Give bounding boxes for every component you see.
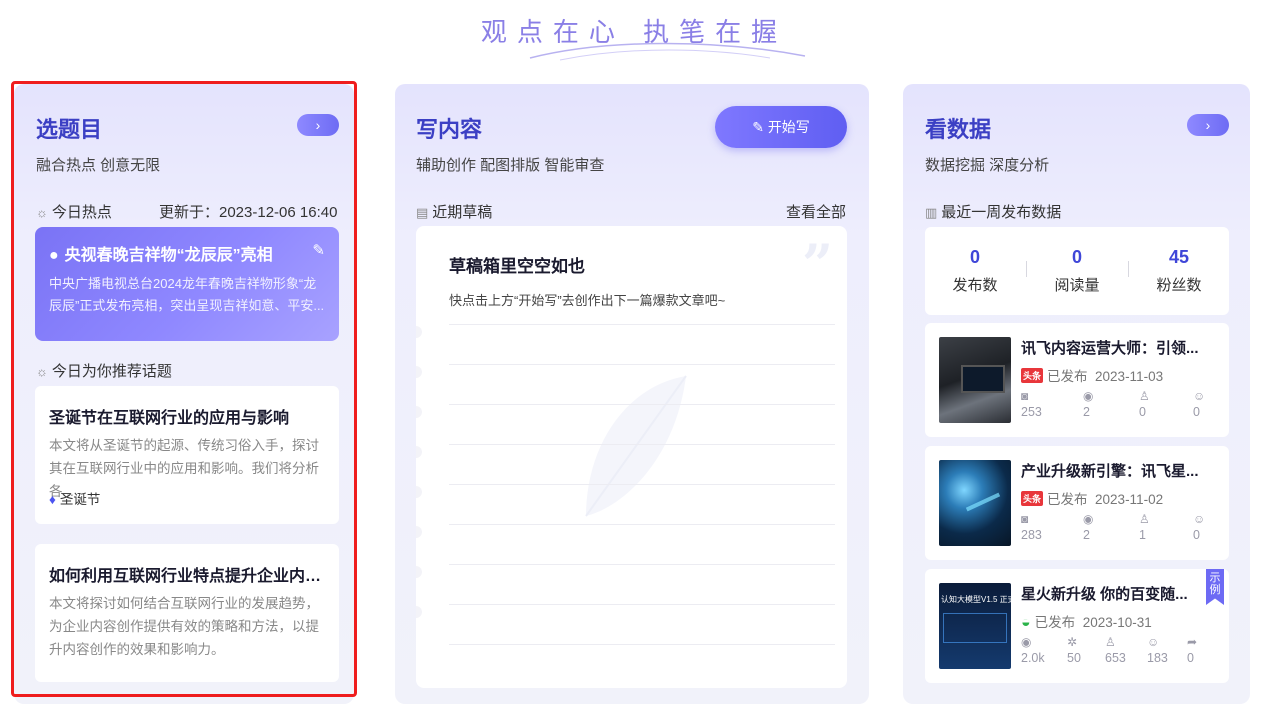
eye-icon: ◉ bbox=[1083, 512, 1094, 526]
thumbs-up-icon: ♙ bbox=[1105, 635, 1116, 649]
drafts-empty-desc: 快点击上方“开始写”去创作出下一篇爆款文章吧~ bbox=[449, 293, 726, 308]
bulb-icon: ☼ bbox=[36, 364, 48, 379]
toutiao-icon: 头条 bbox=[1021, 491, 1044, 506]
article-thumbnail bbox=[939, 337, 1011, 423]
article-thumbnail bbox=[939, 460, 1011, 546]
draft-line bbox=[449, 484, 835, 485]
article-title: 讯飞内容运营大师：引领... bbox=[1021, 340, 1199, 357]
draft-line bbox=[449, 404, 835, 405]
draft-line bbox=[449, 644, 835, 645]
fire-icon: ♦ bbox=[49, 492, 56, 507]
drafts-empty-title: 草稿箱里空空如也 bbox=[449, 257, 585, 276]
week-data-label: ▥ 最近一周发布数据 bbox=[925, 204, 1062, 221]
eye-icon: ◉ bbox=[1021, 635, 1032, 649]
topic-panel: 选题目 › 融合热点 创意无限 ☼ 今日热点 更新于：2023-12-06 16:… bbox=[14, 84, 354, 704]
hot-updated-time: 更新于：2023-12-06 16:40 bbox=[159, 204, 338, 221]
write-panel: 写内容 ✎ 开始写 辅助创作 配图排版 智能审查 ▤ 近期草稿 查看全部 ” 草稿… bbox=[395, 84, 869, 704]
chevron-right-icon: › bbox=[315, 117, 321, 133]
topic-tag: ♦ 圣诞节 bbox=[49, 492, 101, 507]
bulb-icon: ☼ bbox=[36, 205, 48, 220]
pencil-icon: ✎ bbox=[752, 119, 764, 135]
eye-icon: ◉ bbox=[1083, 389, 1094, 403]
week-stats: 0 发布数 0 阅读量 45 粉丝数 bbox=[925, 227, 1229, 315]
article-metrics: ◙ 253 ◉ 2 ♙ 0 ☺ 0 bbox=[1021, 389, 1221, 423]
thumbs-up-icon: ♙ bbox=[1139, 512, 1150, 526]
thumbs-up-icon: ♙ bbox=[1139, 389, 1150, 403]
article-title: 产业升级新引擎：讯飞星... bbox=[1021, 463, 1199, 480]
bar-chart-icon: ▥ bbox=[925, 205, 938, 220]
write-panel-title: 写内容 bbox=[416, 117, 483, 142]
toutiao-icon: 头条 bbox=[1021, 368, 1044, 383]
notebook-hole bbox=[416, 486, 422, 498]
impression-icon: ◙ bbox=[1021, 512, 1029, 526]
start-writing-button[interactable]: ✎ 开始写 bbox=[715, 106, 847, 148]
comment-icon: ☺ bbox=[1147, 635, 1160, 649]
topic-desc: 本文将探讨如何结合互联网行业的发展趋势，为企业内容创作提供有效的策略和方法，以提… bbox=[49, 596, 319, 657]
article-metrics: ◙ 283 ◉ 2 ♙ 1 ☺ 0 bbox=[1021, 512, 1221, 546]
stat-publish: 0 发布数 bbox=[952, 247, 998, 294]
data-panel-title: 看数据 bbox=[925, 117, 992, 142]
gear-icon: ✲ bbox=[1067, 635, 1078, 649]
topic-panel-subtitle: 融合热点 创意无限 bbox=[36, 157, 161, 174]
impression-icon: ◙ bbox=[1021, 389, 1029, 403]
draft-line bbox=[449, 444, 835, 445]
notebook-hole bbox=[416, 446, 422, 458]
view-all-link[interactable]: 查看全部 bbox=[786, 201, 846, 222]
recommend-label: ☼ 今日为你推荐话题 bbox=[36, 363, 172, 380]
share-icon: ➦ bbox=[1187, 635, 1198, 649]
article-card[interactable]: 产业升级新引擎：讯飞星... 头条 已发布 2023-11-02 ◙ 283 ◉ 2 … bbox=[925, 446, 1229, 560]
topic-arrow-button[interactable]: › bbox=[297, 114, 339, 136]
notebook-hole bbox=[416, 566, 422, 578]
hot-today-label: ☼ 今日热点 bbox=[36, 204, 112, 221]
notebook-hole bbox=[416, 526, 422, 538]
notebook-hole bbox=[416, 326, 422, 338]
stat-fans: 45 粉丝数 bbox=[1156, 247, 1202, 294]
draft-line bbox=[449, 604, 835, 605]
draft-line bbox=[449, 324, 835, 325]
drafts-empty-panel: ” 草稿箱里空空如也 快点击上方“开始写”去创作出下一篇爆款文章吧~ bbox=[416, 226, 847, 688]
comment-icon: ☺ bbox=[1193, 512, 1206, 526]
article-thumbnail: 认知大模型V1.5 正式 bbox=[939, 583, 1011, 669]
data-arrow-button[interactable]: › bbox=[1187, 114, 1229, 136]
article-metrics: ◉ 2.0k ✲ 50 ♙ 653 ☺ 183 ➦ 0 bbox=[1021, 635, 1221, 669]
draft-line bbox=[449, 524, 835, 525]
chevron-right-icon: › bbox=[1205, 117, 1211, 133]
data-panel: 看数据 › 数据挖掘 深度分析 ▥ 最近一周发布数据 0 发布数 0 阅读量 45 粉丝… bbox=[903, 84, 1250, 704]
stat-reads: 0 阅读量 bbox=[1054, 247, 1100, 294]
article-card[interactable]: 示例 认知大模型V1.5 正式 星火新升级 你的百变随... ◒ 已发布 2023… bbox=[925, 569, 1229, 683]
draft-line bbox=[449, 564, 835, 565]
article-title: 星火新升级 你的百变随... bbox=[1021, 586, 1188, 603]
topic-card[interactable]: 圣诞节在互联网行业的应用与影响 本文将从圣诞节的起源、传统习俗入手，探讨其在互联… bbox=[35, 386, 339, 524]
article-status: 头条 已发布 2023-11-02 bbox=[1021, 491, 1164, 507]
topic-title: 如何利用互联网行业特点提升企业内容... bbox=[49, 568, 329, 585]
flame-icon: ● bbox=[49, 247, 59, 264]
write-panel-subtitle: 辅助创作 配图排版 智能审查 bbox=[416, 157, 605, 174]
drafts-label: ▤ 近期草稿 bbox=[416, 204, 493, 221]
comment-icon: ☺ bbox=[1193, 389, 1206, 403]
hot-topic-title: ● 央视春晚吉祥物“龙辰辰”亮相 bbox=[49, 247, 273, 264]
article-status: 头条 已发布 2023-11-03 bbox=[1021, 368, 1164, 384]
notebook-hole bbox=[416, 366, 422, 378]
wechat-icon: ◒ bbox=[1021, 614, 1031, 631]
data-panel-subtitle: 数据挖掘 深度分析 bbox=[925, 157, 1050, 174]
topic-panel-title: 选题目 bbox=[36, 117, 103, 142]
notebook-hole bbox=[416, 606, 422, 618]
notebook-hole bbox=[416, 406, 422, 418]
hot-topic-desc: 中央广播电视总台2024龙年春晚吉祥物形象“龙辰辰”正式发布亮相，突出呈现吉祥如… bbox=[49, 276, 325, 313]
slogan-swoosh bbox=[529, 42, 806, 61]
topic-card[interactable]: 如何利用互联网行业特点提升企业内容... 本文将探讨如何结合互联网行业的发展趋势… bbox=[35, 544, 339, 682]
draft-line bbox=[449, 364, 835, 365]
article-card[interactable]: 讯飞内容运营大师：引领... 头条 已发布 2023-11-03 ◙ 253 ◉ 2 … bbox=[925, 323, 1229, 437]
clipboard-icon: ▤ bbox=[416, 205, 429, 220]
quote-icon: ” bbox=[801, 232, 833, 296]
feather-icon bbox=[585, 375, 687, 517]
hot-topic-card[interactable]: ● 央视春晚吉祥物“龙辰辰”亮相 ✎ 中央广播电视总台2024龙年春晚吉祥物形象“… bbox=[35, 227, 339, 341]
article-status: ◒ 已发布 2023-10-31 bbox=[1021, 614, 1152, 631]
topic-title: 圣诞节在互联网行业的应用与影响 bbox=[49, 410, 290, 427]
edit-icon[interactable]: ✎ bbox=[312, 241, 325, 259]
